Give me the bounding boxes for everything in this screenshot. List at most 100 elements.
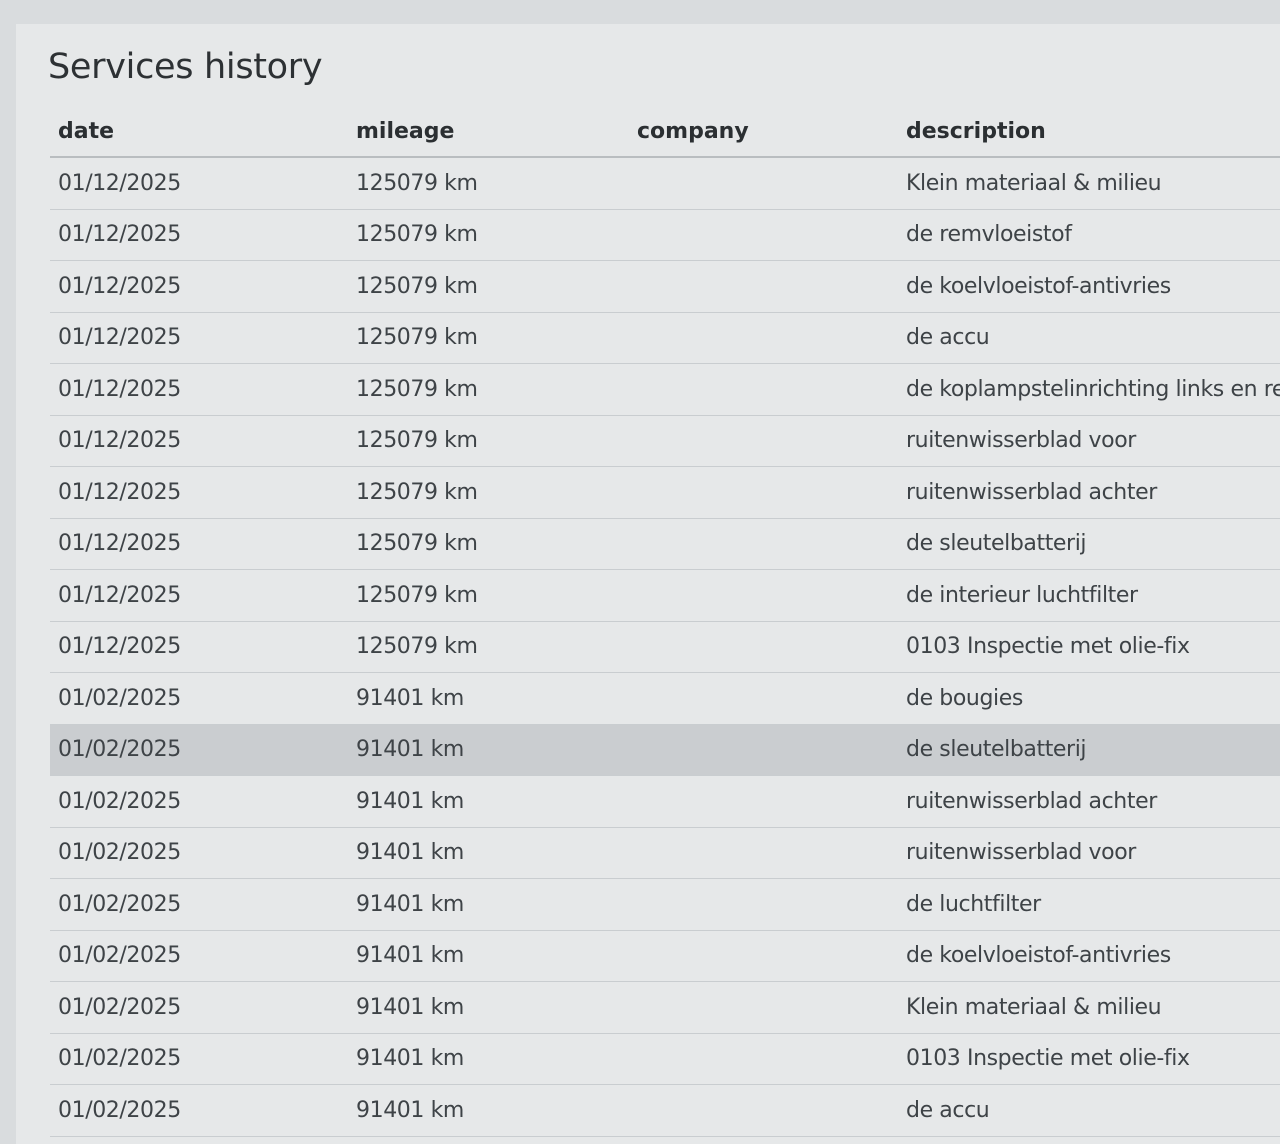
table-row[interactable]: 01/12/2025 125079 km de koplampstelinricht… — [50, 363, 1280, 416]
cell-mileage: 125079 km — [348, 260, 629, 313]
cell-company — [629, 878, 898, 931]
cell-description: ruitenwisserblad achter — [898, 775, 1280, 828]
table-row[interactable]: 01/02/2025 91401 km ruitenwisserblad voor — [50, 827, 1280, 879]
cell-mileage: 91401 km — [348, 724, 629, 776]
cell-description: de koplampstelinrichting links en rechts — [898, 363, 1280, 416]
cell-description: 0103 Inspectie met olie-fix — [898, 1033, 1280, 1085]
column-header-mileage[interactable]: mileage — [348, 106, 629, 158]
cell-description: de bougies — [898, 672, 1280, 725]
cell-mileage: 91401 km — [348, 775, 629, 828]
column-header-date[interactable]: date — [50, 106, 348, 158]
cell-date: 01/02/2025 — [50, 1033, 348, 1085]
table-row[interactable]: 01/02/2025 91401 km de koelvloeistof-antiv… — [50, 930, 1280, 982]
table-row[interactable]: 01/02/2025 91401 km de accu — [50, 1084, 1280, 1137]
cell-mileage: 91401 km — [348, 930, 629, 982]
cell-date: 01/12/2025 — [50, 569, 348, 622]
cell-date: 01/02/2025 — [50, 1084, 348, 1137]
table-row[interactable]: 01/12/2025 125079 km de sleutelbatterij — [50, 518, 1280, 570]
cell-company — [629, 363, 898, 416]
table-row[interactable]: 01/12/2025 125079 km Klein materiaal & mil… — [50, 157, 1280, 210]
table-row[interactable]: 01/02/2025 91401 km Klein materiaal & mili… — [50, 981, 1280, 1034]
services-history-panel: Services history date mileage company de… — [16, 24, 1280, 1144]
cell-company — [629, 827, 898, 879]
table-row[interactable]: 01/02/2025 91401 km de sleutelbatterij — [50, 724, 1280, 776]
cell-date: 01/12/2025 — [50, 157, 348, 210]
cell-date: 01/12/2025 — [50, 209, 348, 261]
cell-date: 01/02/2025 — [50, 981, 348, 1034]
cell-date: 01/12/2025 — [50, 518, 348, 570]
cell-mileage: 91401 km — [348, 981, 629, 1034]
cell-company — [629, 415, 898, 467]
cell-mileage: 125079 km — [348, 621, 629, 673]
cell-company — [629, 930, 898, 982]
cell-date: 01/12/2025 — [50, 621, 348, 673]
cell-description: Klein materiaal & milieu — [898, 981, 1280, 1034]
cell-date: 01/02/2025 — [50, 878, 348, 931]
cell-mileage: 125079 km — [348, 466, 629, 519]
cell-date: 01/12/2025 — [50, 312, 348, 364]
cell-date: 01/12/2025 — [50, 363, 348, 416]
cell-company — [629, 569, 898, 622]
cell-mileage: 125079 km — [348, 157, 629, 210]
cell-date: 01/02/2025 — [50, 775, 348, 828]
cell-date: 01/12/2025 — [50, 466, 348, 519]
cell-mileage: 91401 km — [348, 672, 629, 725]
table-row[interactable]: 01/02/2025 91401 km de bougies — [50, 672, 1280, 725]
cell-company — [629, 672, 898, 725]
cell-company — [629, 724, 898, 776]
cell-description: ruitenwisserblad voor — [898, 415, 1280, 467]
cell-date: 01/02/2025 — [50, 827, 348, 879]
cell-mileage: 125079 km — [348, 363, 629, 416]
table-row[interactable]: 01/12/2025 125079 km de interieur luchtfil… — [50, 569, 1280, 622]
table-row[interactable]: 01/02/2025 91401 km 0103 Inspectie met oli… — [50, 1033, 1280, 1085]
cell-company — [629, 1084, 898, 1137]
cell-company — [629, 775, 898, 828]
cell-company — [629, 981, 898, 1034]
cell-description: de accu — [898, 312, 1280, 364]
cell-description: de koelvloeistof-antivries — [898, 260, 1280, 313]
cell-description: de remvloeistof — [898, 209, 1280, 261]
table-row[interactable]: 01/12/2025 125079 km de accu — [50, 312, 1280, 364]
cell-company — [629, 312, 898, 364]
cell-company — [629, 518, 898, 570]
cell-description: ruitenwisserblad achter — [898, 466, 1280, 519]
cell-date: 01/12/2025 — [50, 415, 348, 467]
cell-description: de sleutelbatterij — [898, 518, 1280, 570]
cell-mileage: 125079 km — [348, 312, 629, 364]
cell-mileage: 125079 km — [348, 415, 629, 467]
services-history-table: date mileage company description 01/12/2… — [50, 106, 1280, 1137]
cell-date: 01/12/2025 — [50, 260, 348, 313]
cell-mileage: 91401 km — [348, 1084, 629, 1137]
table-row[interactable]: 01/12/2025 125079 km de koelvloeistof-anti… — [50, 260, 1280, 313]
table-row[interactable]: 01/12/2025 125079 km ruitenwisserblad acht… — [50, 466, 1280, 519]
cell-description: Klein materiaal & milieu — [898, 157, 1280, 210]
cell-company — [629, 621, 898, 673]
column-header-description[interactable]: description — [898, 106, 1280, 158]
cell-mileage: 125079 km — [348, 209, 629, 261]
cell-description: de interieur luchtfilter — [898, 569, 1280, 622]
cell-mileage: 91401 km — [348, 878, 629, 931]
cell-description: de sleutelbatterij — [898, 724, 1280, 776]
table-row[interactable]: 01/02/2025 91401 km de luchtfilter — [50, 878, 1280, 931]
table-body: 01/12/2025 125079 km Klein materiaal & mil… — [50, 157, 1280, 1137]
cell-description: de accu — [898, 1084, 1280, 1137]
cell-mileage: 125079 km — [348, 569, 629, 622]
cell-company — [629, 466, 898, 519]
cell-mileage: 125079 km — [348, 518, 629, 570]
cell-description: 0103 Inspectie met olie-fix — [898, 621, 1280, 673]
cell-mileage: 91401 km — [348, 827, 629, 879]
cell-description: ruitenwisserblad voor — [898, 827, 1280, 879]
cell-description: de koelvloeistof-antivries — [898, 930, 1280, 982]
cell-company — [629, 1033, 898, 1085]
table-header-row: date mileage company description — [50, 106, 1280, 158]
table-row[interactable]: 01/12/2025 125079 km ruitenwisserblad voor — [50, 415, 1280, 467]
cell-company — [629, 157, 898, 210]
table-row[interactable]: 01/12/2025 125079 km 0103 Inspectie met ol… — [50, 621, 1280, 673]
cell-company — [629, 260, 898, 313]
table-row[interactable]: 01/12/2025 125079 km de remvloeistof — [50, 209, 1280, 261]
table-row[interactable]: 01/02/2025 91401 km ruitenwisserblad achte… — [50, 775, 1280, 828]
cell-company — [629, 209, 898, 261]
page-title: Services history — [48, 47, 323, 87]
cell-date: 01/02/2025 — [50, 672, 348, 725]
column-header-company[interactable]: company — [629, 106, 898, 158]
